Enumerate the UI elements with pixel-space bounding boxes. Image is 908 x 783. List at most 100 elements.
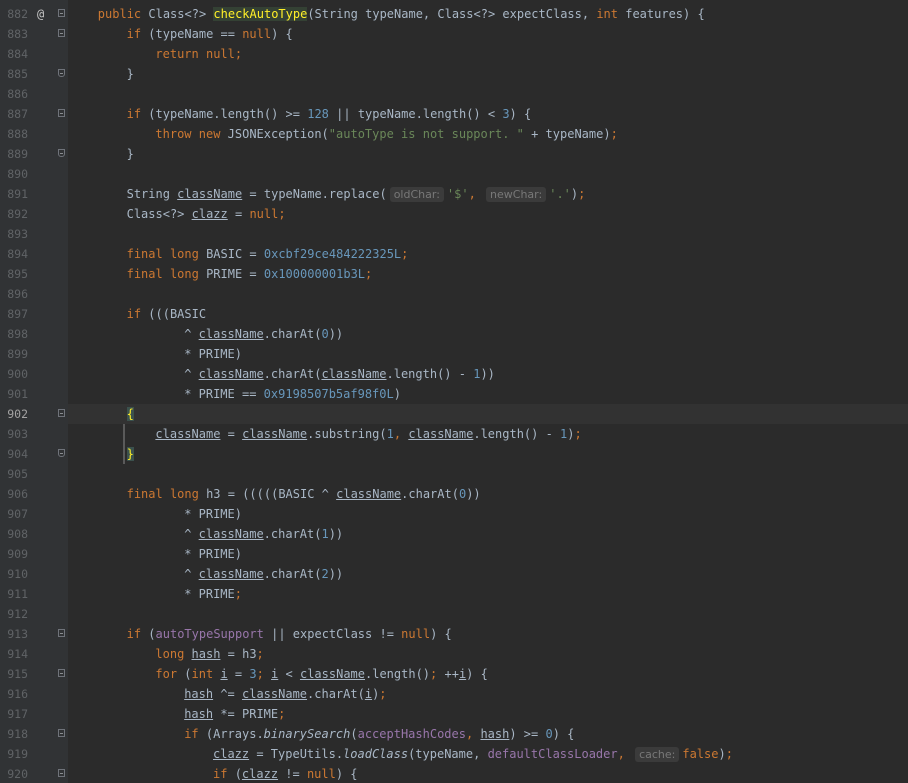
fold-collapse-icon[interactable]	[58, 729, 65, 737]
code-line[interactable]: }	[68, 64, 908, 84]
code-token: * PRIME)	[184, 547, 242, 561]
line-number: 892	[7, 207, 28, 221]
line-number: 891	[7, 187, 28, 201]
code-line[interactable]: hash ^= className.charAt(i);	[68, 684, 908, 704]
code-token: )	[718, 747, 726, 761]
code-line[interactable]: if (Arrays.binarySearch(acceptHashCodes,…	[68, 724, 908, 744]
code-token: (((BASIC	[148, 307, 207, 321]
line-number: 898	[7, 327, 28, 341]
code-line[interactable]: className = className.substring(1, class…	[68, 424, 908, 444]
code-area[interactable]: public Class<?> checkAutoType(String typ…	[68, 0, 908, 783]
code-line[interactable]: final long h3 = (((((BASIC ^ className.c…	[68, 484, 908, 504]
code-line[interactable]: if (autoTypeSupport || expectClass != nu…	[68, 624, 908, 644]
code-line[interactable]: hash *= PRIME;	[68, 704, 908, 724]
code-token: =	[220, 427, 243, 441]
override-icon[interactable]: @	[37, 6, 44, 22]
code-token: 0x9198507b5af98f0L	[263, 387, 394, 401]
code-line[interactable]: public Class<?> checkAutoType(String typ…	[68, 4, 908, 24]
line-number-gutter[interactable]: 882 @883 884 885 886 887 888 889 890 891 892 893 894…	[0, 0, 68, 783]
fold-end-icon[interactable]	[58, 69, 65, 77]
code-line[interactable]: ^ className.charAt(1))	[68, 524, 908, 544]
line-number: 886	[7, 87, 28, 101]
code-line[interactable]: String className = typeName.replace(oldC…	[68, 184, 908, 204]
line-number: 900	[7, 367, 28, 381]
code-token: * PRIME)	[184, 507, 242, 521]
code-token: ^	[184, 567, 199, 581]
fold-collapse-icon[interactable]	[58, 769, 65, 777]
code-token: ;	[234, 47, 243, 61]
code-token: )	[393, 387, 401, 401]
code-token: (	[148, 627, 156, 641]
code-line[interactable]: final long PRIME = 0x100000001b3L;	[68, 264, 908, 284]
code-line[interactable]: if (typeName.length() >= 128 || typeName…	[68, 104, 908, 124]
code-token: .charAt(	[263, 367, 322, 381]
code-token: }	[126, 447, 134, 461]
fold-collapse-icon[interactable]	[58, 629, 65, 637]
code-line[interactable]	[68, 224, 908, 244]
code-token: =	[227, 207, 250, 221]
code-token: .length() -	[473, 427, 561, 441]
code-line[interactable]: if (clazz != null) {	[68, 764, 908, 783]
code-line[interactable]: throw new JSONException("autoType is not…	[68, 124, 908, 144]
code-token: (typeName,	[408, 747, 488, 761]
code-token: *= PRIME	[213, 707, 279, 721]
gutter-line: 903	[0, 424, 68, 444]
code-editor[interactable]: 882 @883 884 885 886 887 888 889 890 891 892 893 894…	[0, 0, 908, 783]
code-line[interactable]	[68, 604, 908, 624]
line-number: 920	[7, 767, 28, 781]
code-line[interactable]: if (typeName == null) {	[68, 24, 908, 44]
fold-collapse-icon[interactable]	[58, 109, 65, 117]
code-line[interactable]: for (int i = 3; i < className.length(); …	[68, 664, 908, 684]
code-line[interactable]: long hash = h3;	[68, 644, 908, 664]
fold-collapse-icon[interactable]	[58, 409, 65, 417]
gutter-line: 918	[0, 724, 68, 744]
fold-end-icon[interactable]	[58, 449, 65, 457]
code-line[interactable]: ^ className.charAt(2))	[68, 564, 908, 584]
gutter-line: 898	[0, 324, 68, 344]
code-token: ) {	[466, 667, 488, 681]
gutter-line: 890	[0, 164, 68, 184]
current-code-line[interactable]: {	[68, 404, 908, 424]
code-line[interactable]: final long BASIC = 0xcbf29ce484222325L;	[68, 244, 908, 264]
gutter-line: 901	[0, 384, 68, 404]
code-line[interactable]: * PRIME;	[68, 584, 908, 604]
line-number: 919	[7, 747, 28, 761]
fold-collapse-icon[interactable]	[58, 29, 65, 37]
gutter-line: 902	[0, 404, 68, 424]
code-line[interactable]	[68, 464, 908, 484]
code-line[interactable]: clazz = TypeUtils.loadClass(typeName, de…	[68, 744, 908, 764]
gutter-line: 883	[0, 24, 68, 44]
line-number: 913	[7, 627, 28, 641]
code-token: ^	[184, 327, 199, 341]
code-line[interactable]: }	[68, 444, 908, 464]
code-token: ;	[256, 647, 264, 661]
gutter-line: 897	[0, 304, 68, 324]
fold-end-icon[interactable]	[58, 149, 65, 157]
code-line[interactable]: }	[68, 144, 908, 164]
code-line[interactable]: return null;	[68, 44, 908, 64]
code-token: .substring(	[307, 427, 387, 441]
code-line[interactable]	[68, 84, 908, 104]
code-token: for	[155, 667, 185, 681]
code-line[interactable]: Class<?> clazz = null;	[68, 204, 908, 224]
code-line[interactable]	[68, 284, 908, 304]
code-line[interactable]	[68, 164, 908, 184]
line-number: 889	[7, 147, 28, 161]
code-token: String	[126, 187, 178, 201]
code-line[interactable]: if (((BASIC	[68, 304, 908, 324]
code-line[interactable]: * PRIME)	[68, 544, 908, 564]
code-token: throw new	[155, 127, 228, 141]
code-token: null	[249, 207, 279, 221]
code-token: .charAt(	[307, 687, 365, 701]
code-token: ) {	[335, 767, 358, 781]
code-line[interactable]: ^ className.charAt(0))	[68, 324, 908, 344]
fold-collapse-icon[interactable]	[58, 669, 65, 677]
code-token: false	[682, 747, 719, 761]
code-token: className	[321, 367, 387, 381]
fold-collapse-icon[interactable]	[58, 9, 65, 17]
code-line[interactable]: * PRIME)	[68, 344, 908, 364]
code-line[interactable]: * PRIME == 0x9198507b5af98f0L)	[68, 384, 908, 404]
code-line[interactable]: * PRIME)	[68, 504, 908, 524]
line-number: 907	[7, 507, 28, 521]
code-line[interactable]: ^ className.charAt(className.length() - …	[68, 364, 908, 384]
